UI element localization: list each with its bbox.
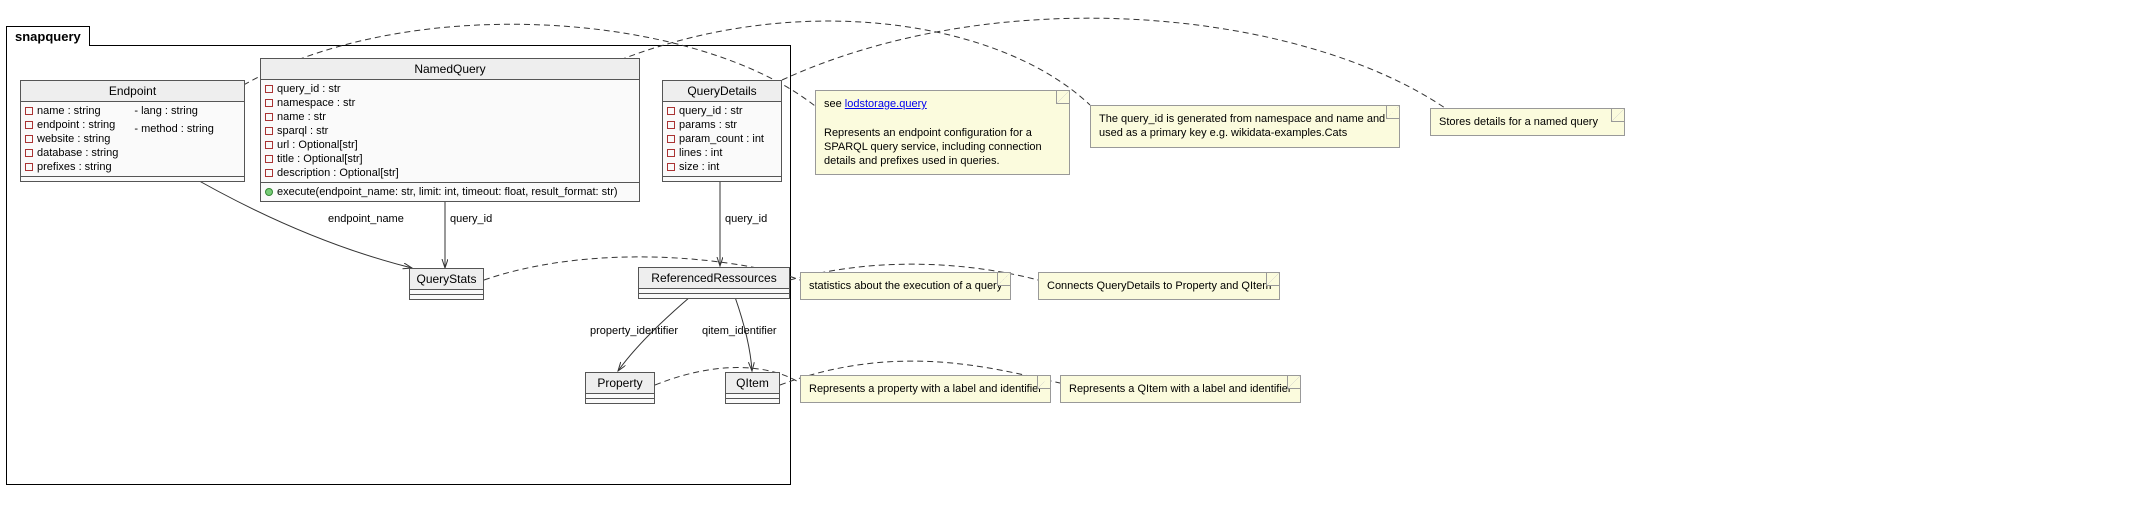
attr: namespace : str	[277, 97, 355, 109]
attr: - lang : string	[134, 105, 198, 117]
attr: name : str	[277, 111, 326, 123]
note-refres: Connects QueryDetails to Property and QI…	[1038, 272, 1280, 300]
attr: name : string	[37, 105, 101, 117]
note-property: Represents a property with a label and i…	[800, 375, 1051, 403]
note-text: statistics about the execution of a quer…	[809, 280, 1002, 292]
attr: website : string	[37, 133, 110, 145]
note-qitem: Represents a QItem with a label and iden…	[1060, 375, 1301, 403]
class-namedquery: NamedQuery query_id : str namespace : st…	[260, 58, 640, 202]
edge-label-endpoint-name: endpoint_name	[328, 213, 404, 225]
class-property: Property	[585, 372, 655, 404]
class-title: QueryStats	[410, 269, 483, 290]
edge-label-property-identifier: property_identifier	[590, 325, 678, 337]
attr: query_id : str	[277, 83, 341, 95]
class-title: Endpoint	[21, 81, 244, 102]
attr: lines : int	[679, 147, 722, 159]
attr: database : string	[37, 147, 118, 159]
edge-label-query-id-2: query_id	[725, 213, 767, 225]
note-endpoint: see lodstorage.query Represents an endpo…	[815, 90, 1070, 175]
class-title: NamedQuery	[261, 59, 639, 80]
note-text: Represents a QItem with a label and iden…	[1069, 383, 1292, 395]
attr: params : str	[679, 119, 737, 131]
attr: title : Optional[str]	[277, 153, 363, 165]
note-text: Represents an endpoint configuration for…	[824, 127, 1042, 168]
edge-label-qitem-identifier: qitem_identifier	[702, 325, 777, 337]
attr: sparql : str	[277, 125, 328, 137]
note-querydetails: Stores details for a named query	[1430, 108, 1625, 136]
package-name: snapquery	[15, 29, 81, 44]
attr: url : Optional[str]	[277, 139, 358, 151]
note-text: Stores details for a named query	[1439, 116, 1598, 128]
class-qitem: QItem	[725, 372, 780, 404]
attr: - method : string	[134, 123, 213, 135]
package-tab: snapquery	[6, 26, 90, 46]
class-querydetails: QueryDetails query_id : str params : str…	[662, 80, 782, 182]
note-text: The query_id is generated from namespace…	[1099, 113, 1385, 139]
class-endpoint: Endpoint name : string endpoint : string…	[20, 80, 245, 182]
attr: param_count : int	[679, 133, 764, 145]
class-title: Property	[586, 373, 654, 394]
attr: description : Optional[str]	[277, 167, 399, 179]
note-querystats: statistics about the execution of a quer…	[800, 272, 1011, 300]
attr: query_id : str	[679, 105, 743, 117]
attr: endpoint : string	[37, 119, 115, 131]
attr: prefixes : string	[37, 161, 112, 173]
class-title: ReferencedRessources	[639, 268, 789, 289]
class-referencedressources: ReferencedRessources	[638, 267, 790, 299]
note-text: see	[824, 98, 845, 110]
note-link[interactable]: lodstorage.query	[845, 98, 927, 110]
class-querystats: QueryStats	[409, 268, 484, 300]
class-title: QueryDetails	[663, 81, 781, 102]
note-namedquery: The query_id is generated from namespace…	[1090, 105, 1400, 148]
class-title: QItem	[726, 373, 779, 394]
note-text: Represents a property with a label and i…	[809, 383, 1042, 395]
edge-label-query-id-1: query_id	[450, 213, 492, 225]
note-text: Connects QueryDetails to Property and QI…	[1047, 280, 1271, 292]
method: execute(endpoint_name: str, limit: int, …	[277, 186, 618, 198]
attr: size : int	[679, 161, 719, 173]
